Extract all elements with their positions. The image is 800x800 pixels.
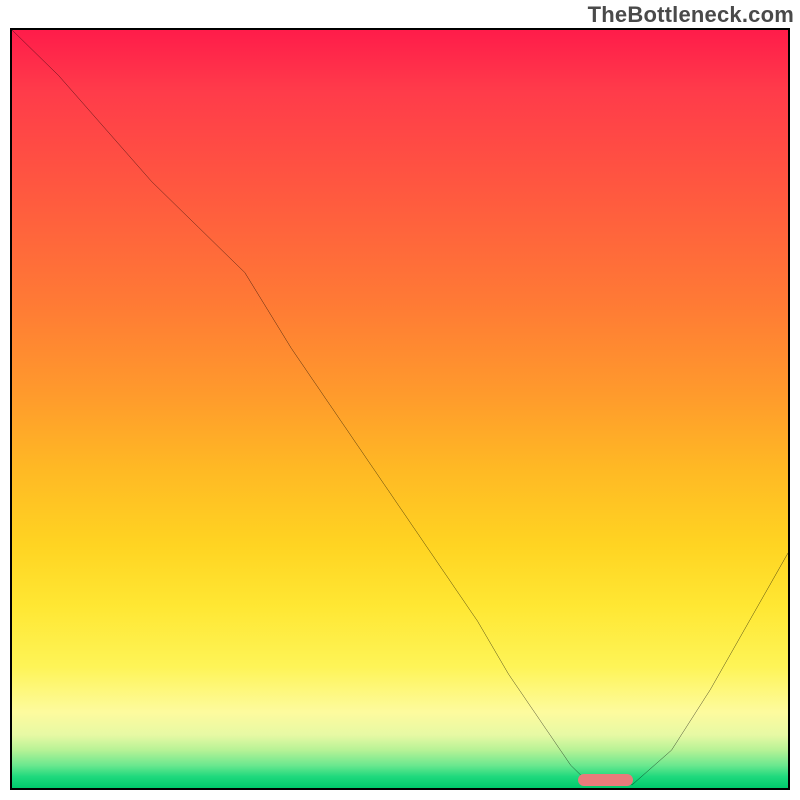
optimal-range-marker bbox=[578, 774, 632, 786]
plot-frame bbox=[10, 28, 790, 790]
watermark-text: TheBottleneck.com bbox=[588, 2, 794, 28]
bottleneck-curve bbox=[12, 30, 788, 788]
chart-container: TheBottleneck.com bbox=[0, 0, 800, 800]
